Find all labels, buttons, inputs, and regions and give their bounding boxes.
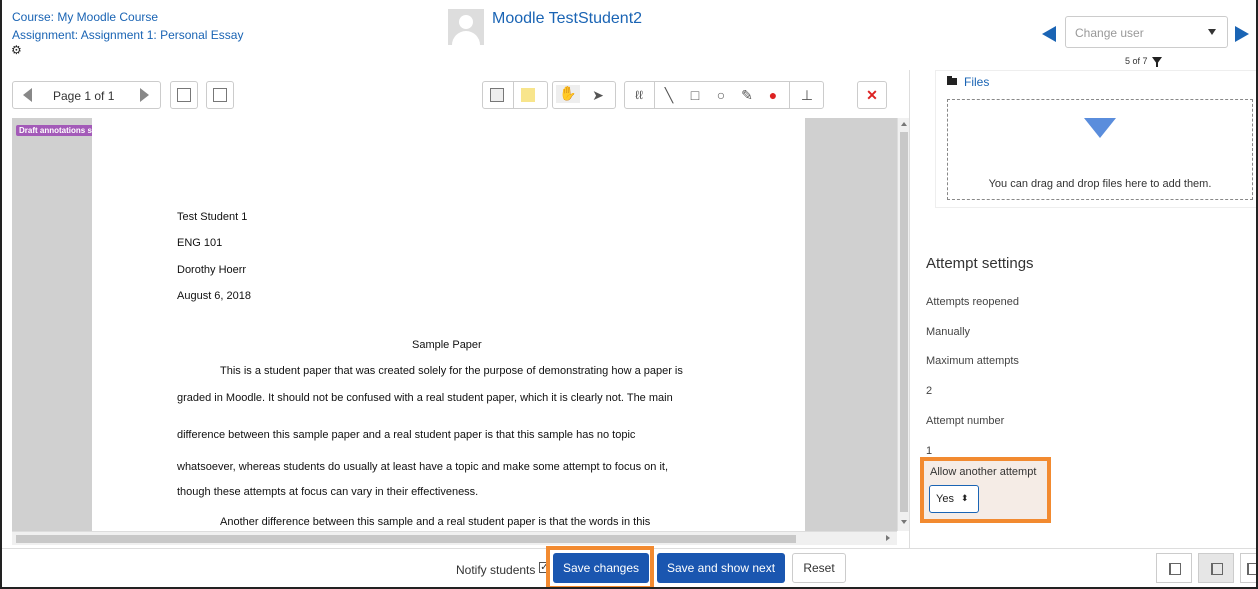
select-arrows-icon: ⬍ (961, 493, 969, 503)
delete-annotation-button[interactable]: ✕ (857, 81, 887, 109)
expand-icon (213, 88, 227, 102)
document-viewer[interactable]: Draft annotations saved Test Student 1 E… (12, 118, 897, 531)
notify-students-label: Notify students (456, 563, 536, 577)
attempt-settings-heading: Attempt settings (926, 255, 1034, 272)
next-user-icon[interactable] (1235, 26, 1249, 42)
layout-right-icon (1247, 563, 1256, 575)
allow-another-attempt-highlight: Allow another attempt Yes ⬍ (920, 457, 1051, 523)
pen-icon[interactable]: ℓℓ (627, 87, 651, 103)
rectangle-icon[interactable]: □ (683, 87, 707, 103)
layout-collapse-review-button[interactable] (1240, 553, 1256, 583)
user-name-link[interactable]: Moodle TestStudent2 (492, 10, 642, 28)
layout-default-button[interactable] (1198, 553, 1234, 583)
comment-tools (482, 81, 548, 109)
folder-icon (947, 76, 957, 85)
attempts-reopened-label: Attempts reopened (926, 296, 1019, 308)
doc-line: whatsoever, whereas students do usually … (177, 461, 668, 473)
vertical-scroll-thumb[interactable] (900, 132, 908, 512)
comment-icon[interactable] (490, 88, 504, 102)
hand-icon[interactable]: ✋ (556, 85, 580, 103)
horizontal-scroll-thumb[interactable] (16, 535, 796, 543)
save-and-show-next-button[interactable]: Save and show next (657, 553, 785, 583)
chevron-down-icon (1208, 29, 1216, 35)
allow-another-attempt-value: Yes (936, 493, 954, 505)
color-yellow-icon[interactable] (521, 88, 535, 102)
gear-icon[interactable]: ⚙ (11, 44, 23, 56)
color-red-icon[interactable]: ● (761, 87, 785, 103)
doc-line: Test Student 1 (177, 211, 248, 223)
doc-title: Sample Paper (412, 339, 482, 351)
dropzone-text: You can drag and drop files here to add … (988, 178, 1212, 190)
layout-collapse-grade-button[interactable] (1156, 553, 1192, 583)
previous-page-icon[interactable] (23, 88, 32, 102)
change-user-placeholder: Change user (1075, 26, 1144, 40)
change-user-select[interactable]: Change user (1065, 16, 1228, 48)
search-comments-button[interactable] (170, 81, 198, 109)
scroll-right-icon[interactable] (886, 535, 890, 541)
oval-icon[interactable]: ○ (709, 87, 733, 103)
doc-line: graded in Moodle. It should not be confu… (177, 392, 673, 404)
doc-line: Dorothy Hoerr (177, 264, 247, 276)
grader-footer: Notify students ✓ Save changes Save and … (2, 546, 1256, 587)
attempts-reopened-value: Manually (926, 326, 971, 338)
avatar (448, 9, 484, 45)
next-page-icon[interactable] (140, 88, 149, 102)
save-changes-button[interactable]: Save changes (553, 553, 649, 583)
attempt-number-label: Attempt number (926, 415, 1005, 427)
attempt-number-value: 1 (926, 445, 933, 457)
filter-icon[interactable] (1152, 57, 1162, 67)
pan-select-tools: ✋ ➤ (552, 81, 616, 109)
expand-button[interactable] (206, 81, 234, 109)
document-page[interactable]: Test Student 1 ENG 101 Dorothy Hoerr Aug… (92, 118, 805, 531)
close-icon: ✕ (866, 87, 878, 103)
scroll-down-icon[interactable] (901, 520, 907, 524)
grader-frame: Course: My Moodle Course Assignment: Ass… (0, 0, 1258, 589)
allow-another-attempt-select[interactable]: Yes ⬍ (929, 485, 979, 513)
previous-user-icon[interactable] (1042, 26, 1056, 42)
horizontal-scrollbar[interactable] (12, 531, 897, 545)
page-navigation: Page 1 of 1 (12, 81, 161, 109)
layout-split-icon (1211, 563, 1223, 575)
doc-line: though these attempts at focus can vary … (177, 486, 479, 498)
highlighter-icon[interactable]: ✎ (735, 87, 759, 103)
annotation-tools: ℓℓ ╲ □ ○ ✎ ● ⊥ (624, 81, 824, 109)
select-pointer-icon[interactable]: ➤ (586, 87, 610, 103)
allow-another-attempt-label: Allow another attempt (930, 466, 1037, 478)
grading-panel: Files You can drag and drop files here t… (909, 70, 1256, 548)
doc-line: Another difference between this sample a… (220, 516, 651, 528)
doc-line: ENG 101 (177, 237, 223, 249)
course-link[interactable]: Course: My Moodle Course (12, 10, 158, 24)
search-comments-icon (177, 88, 191, 102)
doc-line: This is a student paper that was created… (220, 365, 683, 377)
feedback-files: Files You can drag and drop files here t… (935, 70, 1256, 208)
download-arrow-icon (1084, 118, 1116, 138)
stamp-icon[interactable]: ⊥ (795, 87, 819, 103)
scroll-up-icon[interactable] (901, 122, 907, 126)
file-dropzone[interactable]: You can drag and drop files here to add … (947, 99, 1253, 200)
line-icon[interactable]: ╲ (657, 87, 681, 103)
maximum-attempts-value: 2 (926, 385, 933, 397)
doc-line: August 6, 2018 (177, 290, 252, 302)
doc-line: difference between this sample paper and… (177, 429, 636, 441)
user-count: 5 of 7 (1125, 56, 1148, 66)
grader-header: Course: My Moodle Course Assignment: Ass… (2, 0, 1256, 70)
page-label: Page 1 of 1 (53, 89, 115, 103)
vertical-scrollbar[interactable] (897, 118, 909, 531)
assignment-link[interactable]: Assignment: Assignment 1: Personal Essay (12, 28, 243, 42)
files-link[interactable]: Files (964, 75, 989, 89)
maximum-attempts-label: Maximum attempts (926, 355, 1019, 367)
reset-button[interactable]: Reset (792, 553, 846, 583)
layout-left-icon (1169, 563, 1181, 575)
pdf-toolbar: Page 1 of 1 ✋ ➤ ℓℓ ╲ □ ○ ✎ ● ⊥ ✕ (12, 74, 907, 116)
